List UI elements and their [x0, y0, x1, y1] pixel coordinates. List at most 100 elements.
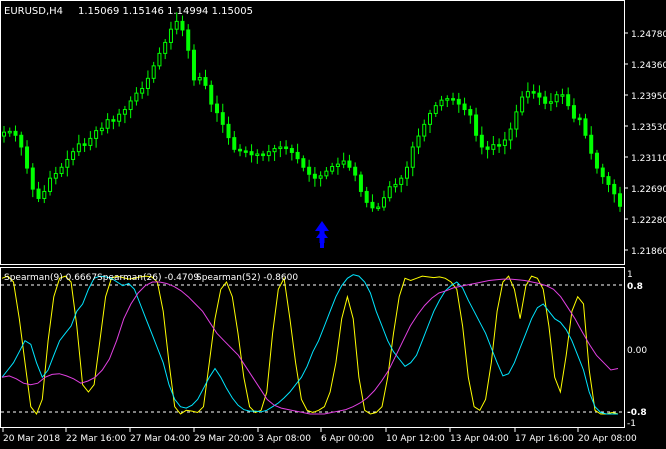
candle-body	[353, 166, 358, 176]
candle-body	[312, 173, 317, 179]
candle-body	[445, 98, 450, 101]
candle-body	[474, 114, 479, 136]
candle-body	[612, 183, 617, 195]
candle-body	[140, 87, 145, 94]
candle-body	[485, 146, 490, 150]
indicator-title-s52: Spearman(52) -0.8600	[196, 273, 298, 283]
chart-background	[0, 0, 666, 449]
candle-body	[53, 173, 58, 179]
time-label: 22 Mar 16:00	[66, 434, 126, 444]
candle-body	[94, 130, 99, 139]
candle-body	[105, 119, 110, 129]
candle-body	[531, 91, 536, 94]
candle-body	[295, 151, 300, 160]
candle-body	[266, 151, 271, 157]
candle-body	[416, 135, 421, 148]
candle-body	[468, 109, 473, 116]
candle-body	[583, 118, 588, 136]
candle-body	[318, 175, 323, 179]
candle-body	[525, 91, 530, 98]
candle-body	[71, 151, 76, 160]
time-label: 17 Apr 16:00	[515, 434, 574, 444]
candle-body	[209, 84, 214, 105]
candle-body	[2, 131, 6, 137]
time-label: 10 Apr 12:00	[386, 434, 445, 444]
candle-body	[330, 165, 335, 172]
candle-body	[215, 103, 220, 114]
candle-body	[422, 123, 427, 137]
time-label: 20 Apr 08:00	[578, 434, 637, 444]
candle-body	[347, 160, 352, 168]
candle-body	[560, 94, 565, 97]
candle-body	[381, 197, 386, 208]
candle-body	[376, 206, 381, 210]
candle-body	[168, 28, 173, 43]
candle-body	[99, 127, 104, 132]
candle-body	[25, 146, 30, 169]
candle-body	[514, 111, 519, 130]
candle-body	[571, 105, 576, 119]
candle-body	[7, 130, 12, 134]
candle-body	[410, 146, 415, 168]
candle-body	[324, 170, 329, 177]
candle-body	[249, 151, 254, 156]
symbol-title: EURUSD,H4	[4, 6, 63, 17]
candle-body	[226, 123, 231, 139]
candle-body	[497, 144, 502, 147]
candle-body	[255, 153, 260, 157]
chart-window[interactable]: EURUSD,H4 1.15069 1.15146 1.14994 1.1500…	[0, 0, 666, 449]
candle-body	[358, 174, 363, 192]
price-label: 1.24360	[631, 61, 666, 71]
candle-body	[82, 143, 87, 146]
time-label: 27 Mar 04:00	[130, 434, 190, 444]
level-label-1: 1	[627, 270, 633, 280]
candle-body	[508, 128, 513, 141]
candle-body	[122, 109, 127, 115]
candle-body	[301, 158, 306, 168]
candle-body	[59, 166, 64, 175]
candle-body	[42, 190, 47, 199]
candle-body	[537, 92, 542, 98]
candle-body	[30, 167, 35, 190]
candle-body	[307, 166, 312, 175]
level-label-neg0.8: -0.8	[627, 408, 647, 418]
candle-body	[111, 119, 116, 122]
candle-body	[284, 146, 289, 150]
candle-body	[594, 152, 599, 169]
indicator-title-s26: Spearman(26) -0.4709	[97, 273, 199, 283]
candle-body	[428, 112, 433, 125]
candle-body	[19, 134, 24, 148]
candle-body	[220, 112, 225, 125]
candle-body	[174, 20, 179, 30]
ohlc-values: 1.15069 1.15146 1.14994 1.15005	[78, 6, 253, 17]
candle-body	[399, 177, 404, 185]
candle-body	[577, 117, 582, 121]
candle-body	[88, 137, 93, 146]
candle-body	[76, 143, 81, 153]
candle-body	[117, 113, 122, 122]
candle-body	[393, 183, 398, 188]
candle-body	[232, 137, 237, 150]
candle-body	[145, 77, 150, 89]
candle-body	[554, 94, 559, 103]
price-label: 1.21860	[631, 247, 666, 257]
candle-body	[387, 186, 392, 199]
candle-body	[243, 150, 248, 153]
candle-body	[128, 100, 133, 111]
price-label: 1.24780	[631, 30, 666, 40]
time-label: 20 Mar 2018	[3, 434, 60, 444]
price-label: 1.23950	[631, 92, 666, 102]
candle-body	[479, 134, 484, 148]
candle-body	[197, 77, 202, 81]
candle-body	[548, 101, 553, 104]
candle-body	[163, 41, 168, 54]
candle-body	[157, 52, 162, 67]
candle-body	[191, 49, 196, 81]
candle-body	[439, 99, 444, 107]
candle-body	[589, 134, 594, 154]
candle-body	[335, 163, 340, 167]
candle-body	[65, 158, 70, 168]
candle-body	[404, 166, 409, 179]
candle-body	[48, 177, 53, 192]
level-label-0.8: 0.8	[627, 282, 643, 292]
